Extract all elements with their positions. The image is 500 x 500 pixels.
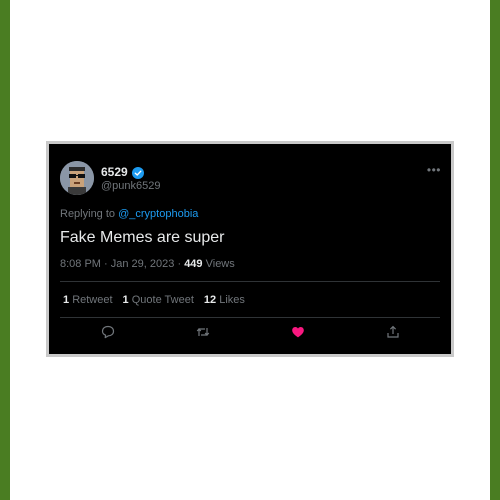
reply-context: Replying to @_cryptophobia [60,208,198,220]
reply-to-link[interactable]: @_cryptophobia [118,208,198,220]
meta-separator: · [104,258,111,270]
tweet-actions [60,322,440,342]
tweet-screenshot-frame: 6529 @punk6529 ••• Replying to @_cryptop… [46,141,454,357]
author-name-row: 6529 [101,165,144,179]
likes-count: 12 [203,294,217,306]
heart-icon[interactable] [291,325,305,339]
verified-badge-icon [131,166,144,179]
tweet-meta: 8:08 PM · Jan 29, 2023 · 449 Views [60,258,235,270]
quotes-label: Quote Tweet [131,294,194,306]
quotes-stat[interactable]: 1 Quote Tweet [123,294,194,306]
tweet-date[interactable]: Jan 29, 2023 [111,258,175,270]
divider [60,281,440,282]
tweet-card: 6529 @punk6529 ••• Replying to @_cryptop… [49,144,451,354]
retweet-icon[interactable] [196,325,210,339]
reply-icon[interactable] [101,325,115,339]
retweets-stat[interactable]: 1 Retweet [63,294,113,306]
retweets-count: 1 [63,294,70,306]
share-icon[interactable] [386,325,400,339]
more-icon[interactable]: ••• [427,164,441,176]
likes-label: Likes [219,294,245,306]
views-count: 449 [184,258,203,270]
handle[interactable]: @punk6529 [101,180,161,192]
divider [60,317,440,318]
quotes-count: 1 [122,294,129,306]
avatar[interactable] [60,161,94,195]
reply-prefix: Replying to [60,208,116,220]
likes-stat[interactable]: 12 Likes [204,294,245,306]
tweet-time[interactable]: 8:08 PM [60,258,101,270]
retweets-label: Retweet [72,294,113,306]
engagement-stats: 1 Retweet 1 Quote Tweet 12 Likes [63,294,245,306]
display-name[interactable]: 6529 [101,165,128,179]
tweet-text: Fake Memes are super [60,229,225,246]
views-label: Views [205,258,235,270]
